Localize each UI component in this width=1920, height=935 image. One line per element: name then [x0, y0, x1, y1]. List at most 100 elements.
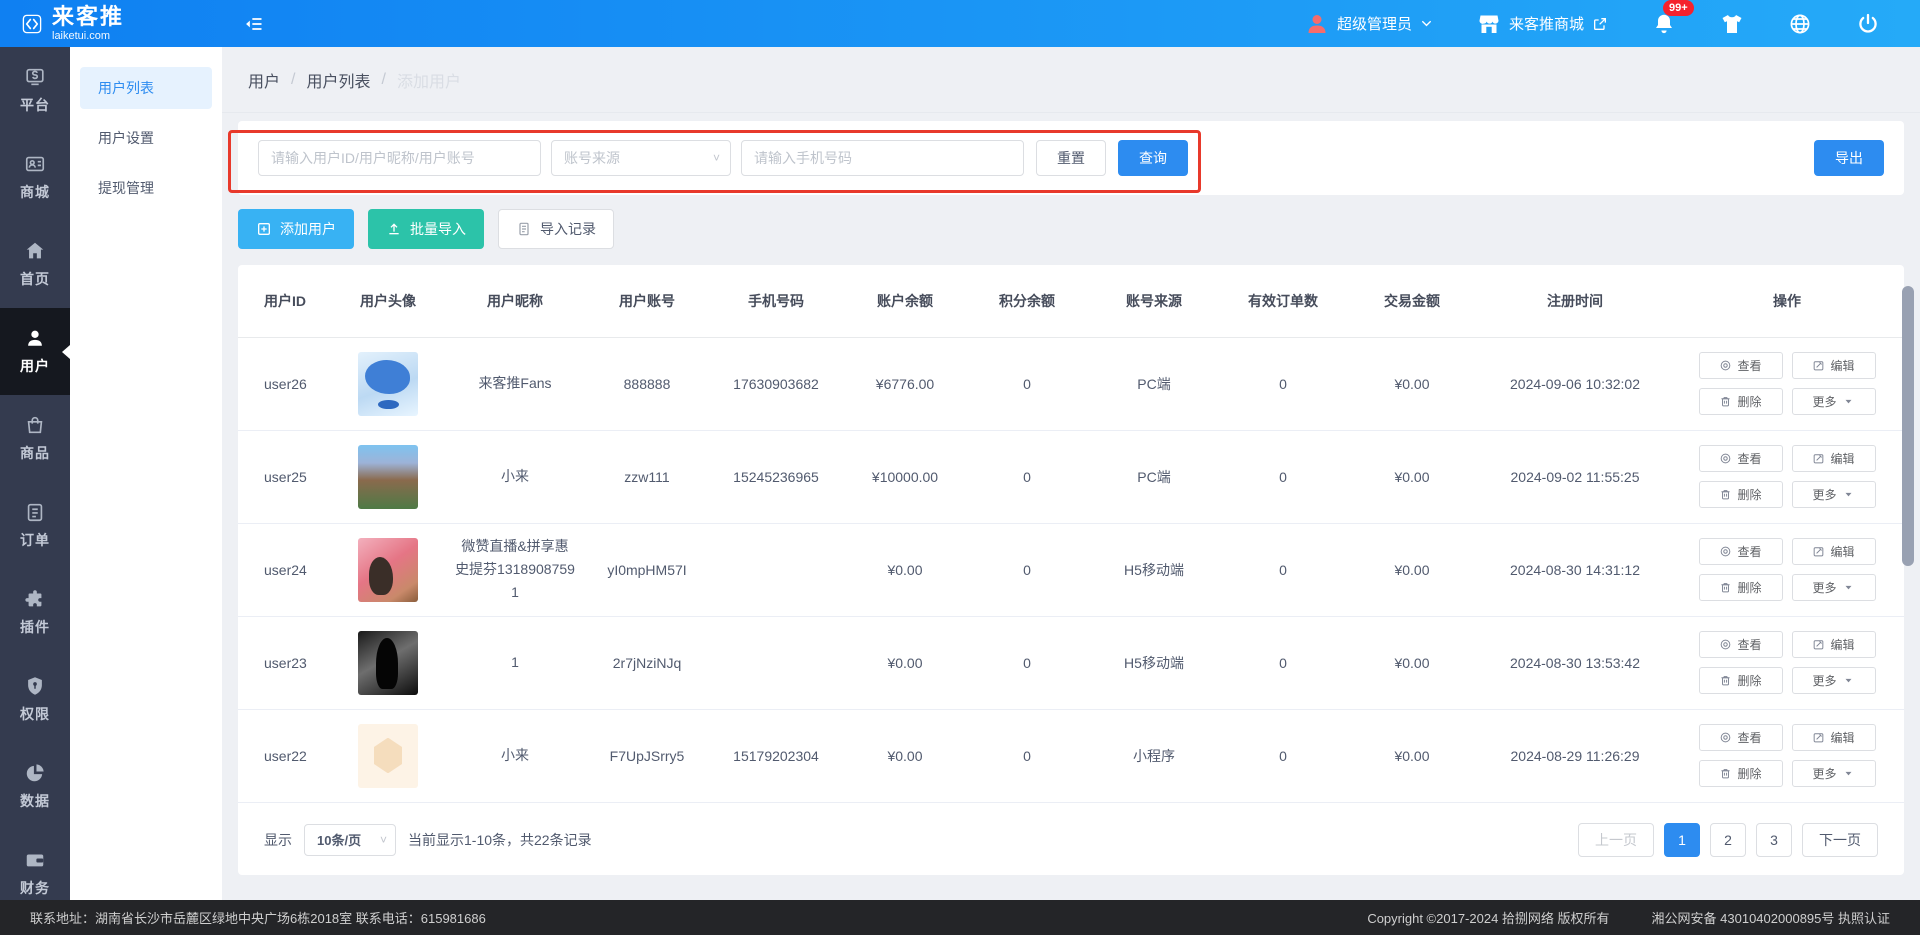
- sidebar-item-platform[interactable]: 平台: [0, 47, 70, 134]
- caret-down-icon: [1842, 767, 1855, 780]
- sidebar-item-mall[interactable]: 商城: [0, 134, 70, 221]
- cell-balance: ¥6776.00: [842, 337, 968, 430]
- footer: 联系地址：湖南省长沙市岳麓区绿地中央广场6栋2018室 联系电话：6159816…: [0, 900, 1920, 935]
- view-button-label: 查看: [1737, 543, 1761, 560]
- page-button-2[interactable]: 2: [1710, 823, 1746, 857]
- page-button-1[interactable]: 1: [1664, 823, 1700, 857]
- scrollbar-thumb[interactable]: [1902, 286, 1914, 566]
- page-button-3[interactable]: 3: [1756, 823, 1792, 857]
- more-button-label: 更多: [1812, 486, 1836, 503]
- delete-button[interactable]: 删除: [1699, 667, 1783, 694]
- edit-button[interactable]: 编辑: [1792, 352, 1876, 379]
- cell-amount: ¥0.00: [1344, 337, 1480, 430]
- cell-source: PC端: [1086, 337, 1222, 430]
- pagination-pages: 123: [1664, 823, 1792, 857]
- keyword-input[interactable]: [258, 140, 541, 176]
- breadcrumb-item[interactable]: 用户: [248, 68, 280, 92]
- language-button[interactable]: [1788, 12, 1812, 36]
- logout-button[interactable]: [1856, 12, 1880, 36]
- pagination-summary: 当前显示1-10条，共22条记录: [408, 830, 592, 850]
- sidebar-item-plugin[interactable]: 插件: [0, 569, 70, 656]
- delete-button[interactable]: 删除: [1699, 481, 1783, 508]
- edit-button[interactable]: 编辑: [1792, 631, 1876, 658]
- phone-input[interactable]: [741, 140, 1024, 176]
- cell-orders: 0: [1222, 430, 1344, 523]
- delete-button[interactable]: 删除: [1699, 574, 1783, 601]
- cell-date: 2024-08-30 14:31:12: [1480, 523, 1670, 616]
- edit-button[interactable]: 编辑: [1792, 445, 1876, 472]
- more-button-label: 更多: [1812, 579, 1836, 596]
- column-header-orders: 有效订单数: [1222, 265, 1344, 337]
- brand-name: 来客推: [52, 6, 124, 28]
- more-button[interactable]: 更多: [1792, 481, 1876, 508]
- sidebar-item-goods[interactable]: 商品: [0, 395, 70, 482]
- breadcrumb-item[interactable]: 用户列表: [306, 68, 370, 92]
- cell-nickname: 小来: [446, 430, 584, 523]
- edit-button[interactable]: 编辑: [1792, 538, 1876, 565]
- edit-button[interactable]: 编辑: [1792, 724, 1876, 751]
- submenu-item-user-settings[interactable]: 用户设置: [80, 117, 212, 159]
- cell-amount: ¥0.00: [1344, 523, 1480, 616]
- export-button[interactable]: 导出: [1814, 140, 1884, 176]
- edit-icon: [1812, 731, 1825, 744]
- next-page-button[interactable]: 下一页: [1802, 823, 1878, 857]
- row-actions: 查看 编辑删除 更多: [1670, 538, 1904, 601]
- table-row: user22小来F7UpJSrry515179202304¥0.000小程序0¥…: [238, 709, 1904, 802]
- prev-page-button[interactable]: 上一页: [1578, 823, 1654, 857]
- page-size-select[interactable]: 10条/页 ˅: [304, 824, 396, 856]
- more-button[interactable]: 更多: [1792, 760, 1876, 787]
- topbar: 来客推 laiketui.com 超级管理员 来客推商城: [0, 0, 1920, 47]
- admin-role-label: 超级管理员: [1337, 13, 1412, 34]
- delete-button[interactable]: 删除: [1699, 760, 1783, 787]
- reset-button[interactable]: 重置: [1036, 140, 1106, 176]
- footer-right: Copyright ©2017-2024 拾捌网络 版权所有 湘公网安备 430…: [1367, 908, 1890, 927]
- user-table: 用户ID用户头像用户昵称用户账号手机号码账户余额积分余额账号来源有效订单数交易金…: [238, 265, 1904, 803]
- add-user-button[interactable]: 添加用户: [238, 209, 354, 249]
- delete-button-label: 删除: [1737, 393, 1761, 410]
- submenu-list: 用户列表用户设置提现管理: [70, 47, 222, 900]
- sidebar-item-home[interactable]: 首页: [0, 221, 70, 308]
- sidebar-collapse-icon[interactable]: [244, 14, 264, 34]
- theme-button[interactable]: [1720, 12, 1744, 36]
- column-header-actions: 操作: [1670, 265, 1904, 337]
- column-header-date: 注册时间: [1480, 265, 1670, 337]
- view-button[interactable]: 查看: [1699, 631, 1783, 658]
- view-button[interactable]: 查看: [1699, 445, 1783, 472]
- cell-points: 0: [968, 709, 1086, 802]
- sidebar-item-permission[interactable]: 权限: [0, 656, 70, 743]
- cell-balance: ¥0.00: [842, 616, 968, 709]
- more-button[interactable]: 更多: [1792, 574, 1876, 601]
- cell-nickname: 1: [446, 616, 584, 709]
- edit-button-label: 编辑: [1830, 636, 1854, 653]
- sidebar-item-label: 商城: [20, 182, 50, 202]
- view-button[interactable]: 查看: [1699, 724, 1783, 751]
- column-header-avatar: 用户头像: [330, 265, 446, 337]
- cell-amount: ¥0.00: [1344, 616, 1480, 709]
- submenu-item-user-list[interactable]: 用户列表: [80, 67, 212, 109]
- page: 来客推 laiketui.com 超级管理员 来客推商城: [0, 0, 1920, 935]
- main: 用户/用户列表/添加用户 账号来源 ˅ 重置 查询 导出 添加用户: [222, 47, 1920, 900]
- footer-address: 联系地址：湖南省长沙市岳麓区绿地中央广场6栋2018室 联系电话：6159816…: [30, 908, 486, 927]
- account-source-select[interactable]: 账号来源 ˅: [551, 140, 731, 176]
- trash-icon: [1719, 674, 1732, 687]
- sidebar-item-user[interactable]: 用户: [0, 308, 70, 395]
- view-button[interactable]: 查看: [1699, 538, 1783, 565]
- search-button[interactable]: 查询: [1118, 140, 1188, 176]
- cell-avatar: [330, 709, 446, 802]
- sidebar-item-order[interactable]: 订单: [0, 482, 70, 569]
- sidebar-item-data[interactable]: 数据: [0, 743, 70, 830]
- sidebar-item-finance[interactable]: 财务: [0, 830, 70, 900]
- more-button[interactable]: 更多: [1792, 667, 1876, 694]
- batch-import-button[interactable]: 批量导入: [368, 209, 484, 249]
- mall-link[interactable]: 来客推商城: [1477, 12, 1608, 36]
- view-button[interactable]: 查看: [1699, 352, 1783, 379]
- breadcrumb-separator: /: [381, 71, 385, 89]
- breadcrumb-item: 添加用户: [397, 68, 461, 92]
- more-button[interactable]: 更多: [1792, 388, 1876, 415]
- breadcrumb: 用户/用户列表/添加用户: [222, 47, 1920, 113]
- submenu-item-withdraw[interactable]: 提现管理: [80, 167, 212, 209]
- admin-menu[interactable]: 超级管理员: [1305, 12, 1433, 36]
- delete-button[interactable]: 删除: [1699, 388, 1783, 415]
- notifications-button[interactable]: 99+: [1652, 12, 1676, 36]
- import-records-button[interactable]: 导入记录: [498, 209, 614, 249]
